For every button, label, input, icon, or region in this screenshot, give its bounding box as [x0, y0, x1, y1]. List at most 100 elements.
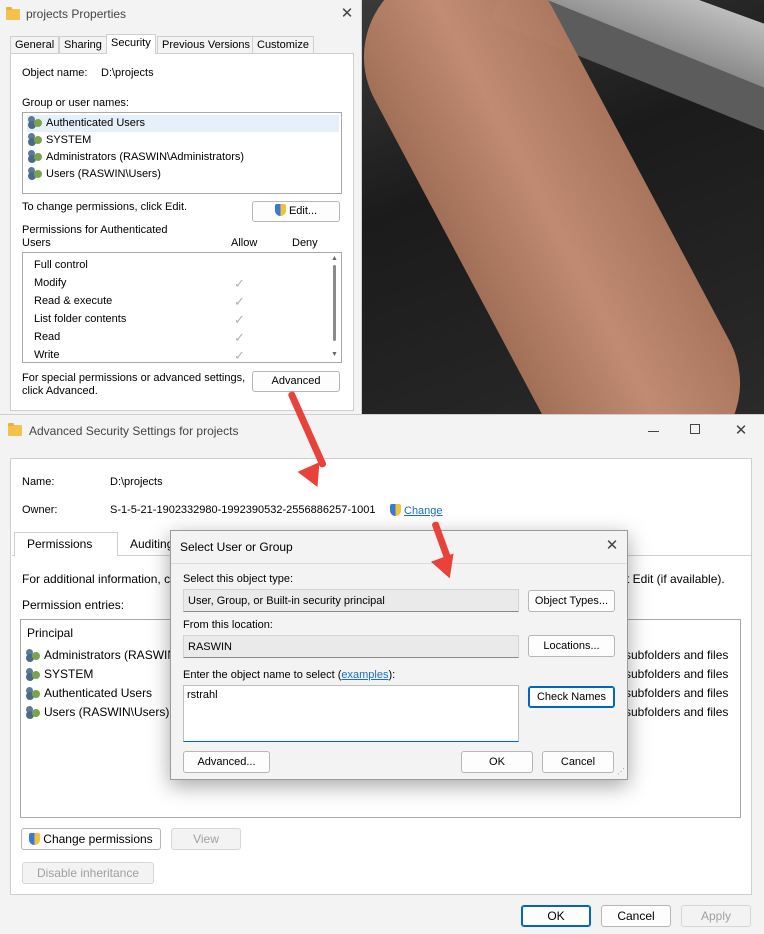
folder-icon [8, 423, 22, 436]
uac-shield-icon [274, 204, 286, 216]
advanced-button[interactable]: Advanced [252, 371, 340, 392]
special-hint-line2: click Advanced. [22, 385, 98, 397]
resize-grip-icon[interactable]: ⋰ [617, 767, 625, 776]
group-label: Group or user names: [22, 97, 129, 109]
users-icon [27, 149, 43, 163]
close-icon[interactable]: ✕ [603, 536, 621, 554]
location-label: From this location: [183, 619, 273, 631]
change-permissions-button[interactable]: Change permissions [21, 828, 161, 850]
list-item[interactable]: Administrators (RASWIN\Administrators) [27, 149, 244, 166]
users-icon [27, 132, 43, 146]
user-list[interactable]: Authenticated Users SYSTEM Administrator… [22, 112, 342, 194]
ok-button[interactable]: OK [521, 905, 591, 927]
list-item[interactable]: Authenticated Users [27, 115, 339, 132]
allow-check-icon: ✓ [234, 294, 245, 309]
object-types-button[interactable]: Object Types... [528, 590, 615, 612]
owner-value: S-1-5-21-1902332980-1992390532-255688625… [110, 504, 376, 516]
principal-name: Administrators (RASWIN [44, 648, 177, 662]
check-names-button[interactable]: Check Names [528, 686, 615, 708]
applies-to-cell: subfolders and files [625, 705, 729, 719]
permission-write: Write [34, 349, 60, 361]
tab-customize[interactable]: Customize [252, 36, 314, 53]
users-icon [27, 115, 43, 129]
table-row[interactable]: Authenticated Users [25, 685, 152, 702]
scrollbar-thumb[interactable] [333, 265, 336, 341]
change-link-text[interactable]: Change [404, 505, 443, 517]
info-text: For additional information, c [22, 572, 171, 586]
location-field: RASWIN [183, 635, 519, 658]
users-icon [25, 705, 41, 719]
name-label: Name: [22, 476, 55, 488]
change-permissions-label: Change permissions [43, 832, 153, 846]
principal-name: Users (RASWIN\Users) [44, 705, 170, 719]
scroll-down-icon[interactable]: ▼ [331, 351, 338, 358]
permission-list-folder: List folder contents [34, 313, 127, 325]
principal-name: Authenticated Users [44, 686, 153, 700]
uac-shield-icon [29, 833, 41, 845]
permission-full-control: Full control [34, 259, 88, 271]
tab-permissions[interactable]: Permissions [14, 532, 118, 556]
applies-to-cell: subfolders and files [625, 667, 729, 681]
properties-title: projects Properties [26, 7, 127, 21]
tab-auditing[interactable]: Auditing [130, 537, 173, 551]
permission-read-execute: Read & execute [34, 295, 113, 307]
principal-name: SYSTEM [44, 667, 94, 681]
owner-label: Owner: [22, 504, 58, 516]
edit-button[interactable]: Edit... [252, 201, 340, 222]
tab-sharing[interactable]: Sharing [59, 36, 107, 53]
enter-name-label: Enter the object name to select (example… [183, 669, 395, 681]
applies-to-cell: subfolders and files [625, 686, 729, 700]
minimize-icon[interactable] [648, 431, 659, 432]
applies-to-cell: subfolders and files [625, 648, 729, 662]
list-item[interactable]: Users (RASWIN\Users) [27, 166, 161, 183]
object-type-label: Select this object type: [183, 573, 294, 585]
perm-label-line1: Permissions for Authenticated [22, 224, 168, 236]
user-name: Administrators (RASWIN\Administrators) [46, 151, 245, 163]
close-icon[interactable]: ✕ [732, 421, 750, 439]
object-name-label: Object name: [22, 67, 88, 79]
info-text-tail: t Edit (if available). [626, 572, 725, 586]
change-hint: To change permissions, click Edit. [22, 201, 188, 213]
permission-modify: Modify [34, 277, 67, 289]
table-row[interactable]: Administrators (RASWIN [25, 647, 176, 664]
tab-previous-versions[interactable]: Previous Versions [157, 36, 256, 53]
allow-check-icon: ✓ [234, 348, 245, 363]
allow-check-icon: ✓ [234, 276, 245, 291]
principal-header: Principal [27, 626, 74, 640]
close-icon[interactable]: ✕ [338, 4, 356, 22]
table-row[interactable]: Users (RASWIN\Users) [25, 704, 169, 721]
object-type-field: User, Group, or Built-in security princi… [183, 589, 519, 612]
uac-shield-icon [390, 504, 401, 516]
folder-icon [6, 7, 20, 20]
users-icon [25, 667, 41, 681]
dialog-cancel-button[interactable]: Cancel [542, 751, 614, 773]
allow-check-icon: ✓ [234, 330, 245, 345]
scroll-up-icon[interactable]: ▲ [331, 255, 338, 262]
user-name: Users (RASWIN\Users) [46, 168, 161, 180]
select-user-dialog: Select User or Group ✕ Select this objec… [170, 530, 628, 780]
list-item[interactable]: SYSTEM [27, 132, 91, 149]
disable-inheritance-button[interactable]: Disable inheritance [22, 862, 154, 884]
allow-check-icon: ✓ [234, 312, 245, 327]
view-button[interactable]: View [171, 828, 241, 850]
dialog-advanced-button[interactable]: Advanced... [183, 751, 270, 773]
tab-security[interactable]: Security [106, 34, 156, 54]
change-owner-link[interactable]: Change [390, 504, 443, 517]
tab-general[interactable]: General [10, 36, 60, 53]
cancel-button[interactable]: Cancel [601, 905, 671, 927]
enter-label-pre: Enter the object name to select ( [183, 669, 342, 681]
object-name-input[interactable]: rstrahl [183, 685, 519, 742]
user-name: Authenticated Users [46, 117, 146, 129]
user-name: SYSTEM [46, 134, 92, 146]
dialog-ok-button[interactable]: OK [461, 751, 533, 773]
properties-window: projects Properties ✕ General Sharing Se… [0, 0, 362, 414]
examples-link[interactable]: examples [341, 669, 388, 681]
advanced-title: Advanced Security Settings for projects [29, 424, 239, 438]
table-row[interactable]: SYSTEM [25, 666, 93, 683]
background-photo [362, 0, 764, 414]
name-value: D:\projects [110, 476, 163, 488]
apply-button[interactable]: Apply [681, 905, 751, 927]
users-icon [25, 648, 41, 662]
maximize-icon[interactable] [690, 424, 700, 434]
locations-button[interactable]: Locations... [528, 635, 615, 657]
